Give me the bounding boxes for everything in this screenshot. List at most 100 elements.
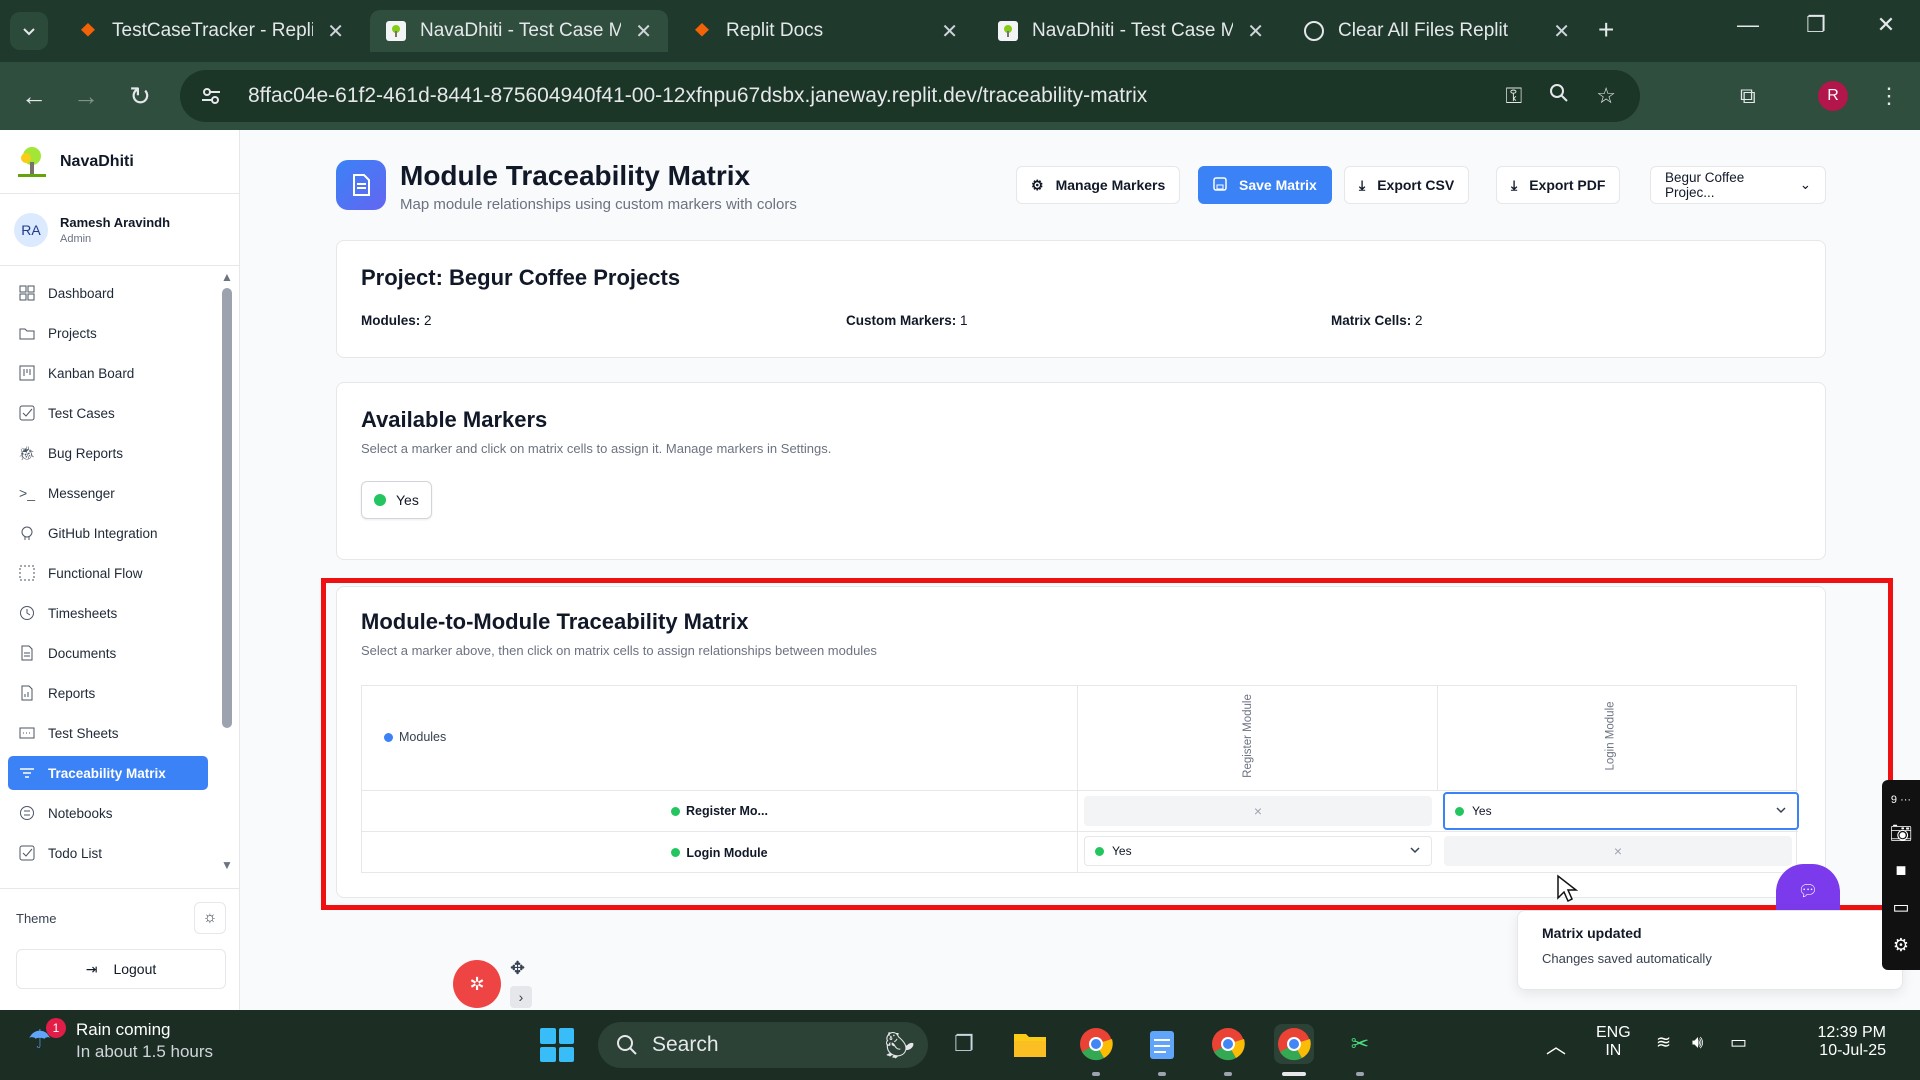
url-text: 8ffac04e-61f2-461d-8441-875604940f41-00-… xyxy=(248,84,1148,107)
weather-widget[interactable]: ☂ 1 Rain coming In about 1.5 hours xyxy=(28,1018,213,1062)
site-info-icon[interactable] xyxy=(198,83,224,109)
chrome-icon[interactable] xyxy=(1208,1024,1248,1064)
volume-icon[interactable]: 🔊︎ xyxy=(1692,1032,1703,1053)
browser-tab[interactable]: ⯁ TestCaseTracker - Replit ✕ xyxy=(62,10,360,52)
browser-tab[interactable]: NavaDhiti - Test Case Ma ✕ xyxy=(982,10,1280,52)
sidebar-item-timesheets[interactable]: Timesheets xyxy=(8,596,208,630)
sidebar-item-messenger[interactable]: >_ Messenger xyxy=(8,476,208,510)
sidebar-item-dashboard[interactable]: Dashboard xyxy=(8,276,208,310)
zoom-icon[interactable] xyxy=(1548,82,1570,110)
stat-custom-markers: Custom Markers: 1 xyxy=(846,313,968,328)
clock[interactable]: 12:39 PM 10-Jul-25 xyxy=(1776,1024,1886,1060)
save-matrix-button[interactable]: Save Matrix xyxy=(1198,166,1332,204)
logout-button[interactable]: ⇥ Logout xyxy=(16,949,226,989)
snipping-tool-icon[interactable]: ✂ xyxy=(1340,1024,1380,1064)
sidebar-item-label: Functional Flow xyxy=(48,565,143,581)
umbrella-icon: ☂ 1 xyxy=(28,1018,66,1058)
chrome-icon[interactable] xyxy=(1076,1024,1116,1064)
camera-icon[interactable]: 📷︎ xyxy=(1890,823,1913,844)
sidebar-item-label: Dashboard xyxy=(48,285,115,301)
sidebar-item-label: Notebooks xyxy=(48,805,113,821)
sidebar-item-kanban-board[interactable]: Kanban Board xyxy=(8,356,208,390)
weather-title: Rain coming xyxy=(76,1020,171,1039)
theme-toggle-button[interactable]: ☼ xyxy=(194,902,226,934)
sidebar-item-label: Kanban Board xyxy=(48,365,135,381)
project-select[interactable]: Begur Coffee Projec... ⌄ xyxy=(1650,166,1826,204)
battery-icon[interactable]: ▭ xyxy=(1730,1032,1747,1053)
sidebar-item-documents[interactable]: Documents xyxy=(8,636,208,670)
sidebar-item-notebooks[interactable]: Notebooks xyxy=(8,796,208,830)
task-view-icon[interactable]: ❐ xyxy=(944,1024,984,1064)
browser-tab[interactable]: ⯁ Replit Docs ✕ xyxy=(676,10,974,52)
document-icon xyxy=(18,644,36,662)
browser-tab-active[interactable]: NavaDhiti - Test Case Ma ✕ xyxy=(370,10,668,52)
sidebar-item-todo-list[interactable]: Todo List xyxy=(8,836,208,870)
sidebar-scrollbar[interactable]: ▲ ▼ xyxy=(220,270,234,880)
close-icon[interactable]: ✕ xyxy=(1553,19,1570,44)
export-csv-button[interactable]: ⤓ Export CSV xyxy=(1344,166,1470,204)
profile-button[interactable]: R xyxy=(1818,74,1848,118)
brand[interactable]: NavaDhiti xyxy=(0,130,239,194)
bookmark-star-icon[interactable]: ☆ xyxy=(1596,83,1616,109)
chrome-icon[interactable] xyxy=(1274,1024,1314,1064)
file-explorer-icon[interactable] xyxy=(1010,1024,1050,1064)
back-button[interactable]: ← xyxy=(16,78,52,114)
page-header: Module Traceability Matrix Map module re… xyxy=(336,160,1826,218)
sidebar-item-traceability-matrix[interactable]: Traceability Matrix xyxy=(8,756,208,790)
tab-search-button[interactable] xyxy=(10,12,48,50)
stat-modules: Modules: 2 xyxy=(361,313,432,328)
show-hidden-icons-chevron-icon[interactable]: ︿ xyxy=(1546,1030,1566,1059)
sidebar-item-projects[interactable]: Projects xyxy=(8,316,208,350)
language-indicator[interactable]: ENG IN xyxy=(1596,1024,1631,1060)
forward-button[interactable]: → xyxy=(68,78,104,114)
notification-badge: 1 xyxy=(46,1018,66,1038)
sidebar-item-bug-reports[interactable]: 🐞︎ Bug Reports xyxy=(8,436,208,470)
sidebar-item-github-integration[interactable]: GitHub Integration xyxy=(8,516,208,550)
notepad-icon[interactable] xyxy=(1142,1024,1182,1064)
marker-chip-yes[interactable]: Yes xyxy=(361,481,432,519)
scroll-thumb[interactable] xyxy=(222,288,232,728)
window-icon[interactable]: ▭ xyxy=(1892,897,1909,918)
restore-button[interactable]: ❐ xyxy=(1796,12,1836,38)
manage-markers-button[interactable]: ⚙ Manage Markers xyxy=(1016,166,1181,204)
start-button[interactable] xyxy=(540,1028,574,1062)
running-indicator xyxy=(1282,1072,1306,1076)
wifi-icon[interactable]: ≋ xyxy=(1656,1032,1671,1053)
close-icon[interactable]: ✕ xyxy=(941,19,958,44)
scroll-up-icon[interactable]: ▲ xyxy=(220,270,234,284)
sheet-icon xyxy=(18,724,36,742)
report-bug-button[interactable]: ✲ xyxy=(453,960,501,1008)
sidebar-item-label: Todo List xyxy=(48,845,103,861)
minimize-button[interactable]: — xyxy=(1728,12,1768,38)
bug-icon: ✲ xyxy=(469,973,485,994)
theme-row: Theme ☼ xyxy=(0,889,240,947)
close-window-button[interactable]: ✕ xyxy=(1866,12,1906,38)
marker-label: Yes xyxy=(396,492,419,508)
sidebar-item-label: Documents xyxy=(48,645,117,661)
move-handle-icon[interactable]: ✥ xyxy=(510,958,525,979)
password-key-icon[interactable]: ⚿ xyxy=(1506,83,1523,109)
sun-icon: ☼ xyxy=(202,909,218,926)
address-bar[interactable]: 8ffac04e-61f2-461d-8441-875604940f41-00-… xyxy=(180,70,1640,122)
export-pdf-button[interactable]: ⤓ Export PDF xyxy=(1496,166,1621,204)
close-icon[interactable]: ✕ xyxy=(635,19,652,44)
sidebar-item-test-cases[interactable]: Test Cases xyxy=(8,396,208,430)
reload-button[interactable]: ↻ xyxy=(122,78,158,114)
search-icon xyxy=(617,1035,637,1055)
close-icon[interactable]: ✕ xyxy=(1247,19,1264,44)
sidebar-item-test-sheets[interactable]: Test Sheets xyxy=(8,716,208,750)
scroll-down-icon[interactable]: ▼ xyxy=(220,858,234,872)
sidebar-item-functional-flow[interactable]: Functional Flow xyxy=(8,556,208,590)
more-menu-icon[interactable]: ⋮ xyxy=(1878,74,1900,118)
expand-chevron-icon[interactable]: › xyxy=(510,986,532,1008)
sidebar-item-reports[interactable]: Reports xyxy=(8,676,208,710)
stat-matrix-cells: Matrix Cells: 2 xyxy=(1331,313,1423,328)
video-icon[interactable]: ■ xyxy=(1896,860,1907,881)
browser-tab[interactable]: Clear All Files Replit ✕ xyxy=(1288,10,1586,52)
extensions-icon[interactable]: ⧉ xyxy=(1740,74,1756,118)
gear-icon[interactable]: ⚙ xyxy=(1893,935,1909,956)
taskbar-search[interactable]: Search 🦫︎ xyxy=(598,1022,928,1068)
chevron-down-icon: ⌄ xyxy=(1799,177,1811,192)
close-icon[interactable]: ✕ xyxy=(327,19,344,44)
new-tab-button[interactable]: + xyxy=(1598,14,1614,46)
